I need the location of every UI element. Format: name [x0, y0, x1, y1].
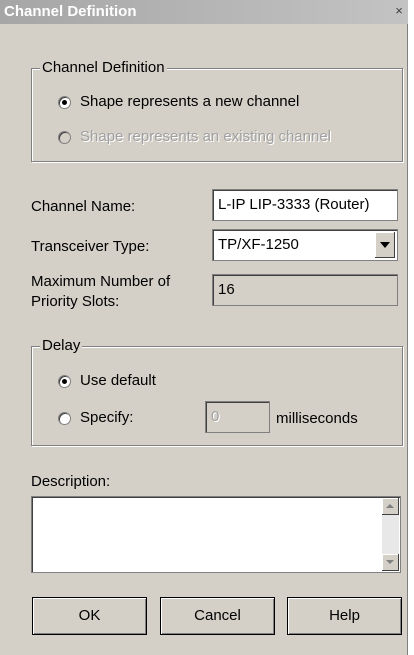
help-button[interactable]: Help [287, 597, 402, 635]
specify-radio[interactable] [58, 412, 71, 425]
radio-selected-dot [62, 379, 67, 384]
delay-milliseconds-input[interactable]: 0 [205, 401, 270, 433]
cancel-button[interactable]: Cancel [160, 597, 275, 635]
title-bar[interactable]: Channel Definition × [0, 0, 408, 24]
description-textarea[interactable] [31, 496, 401, 573]
transceiver-type-label: Transceiver Type: [31, 238, 150, 255]
arrow-up-icon [386, 504, 394, 508]
existing-channel-radio[interactable] [58, 131, 71, 144]
arrow-down-icon [386, 560, 394, 564]
priority-slots-label-line1: Maximum Number of [31, 273, 171, 290]
channel-definition-dialog: Channel Definition × Channel Definition … [0, 0, 408, 655]
use-default-label[interactable]: Use default [80, 372, 156, 389]
new-channel-label[interactable]: Shape represents a new channel [80, 93, 299, 110]
priority-slots-field: 16 [212, 274, 398, 306]
priority-slots-label-line2: Priority Slots: [31, 293, 120, 310]
channel-definition-legend: Channel Definition [40, 59, 167, 76]
window-title: Channel Definition [4, 3, 137, 20]
channel-name-input[interactable]: L-IP LIP-3333 (Router) [212, 189, 398, 221]
description-scrollbar[interactable] [382, 498, 399, 571]
channel-name-label: Channel Name: [31, 198, 136, 215]
delay-legend: Delay [40, 337, 83, 354]
specify-label[interactable]: Specify: [80, 409, 133, 426]
new-channel-radio[interactable] [58, 96, 71, 109]
transceiver-type-value: TP/XF-1250 [218, 236, 299, 253]
milliseconds-unit-label: milliseconds [276, 410, 358, 427]
radio-selected-dot [62, 100, 67, 105]
chevron-down-icon [380, 242, 390, 248]
scroll-down-button[interactable] [382, 554, 399, 571]
transceiver-dropdown-button[interactable] [375, 232, 395, 258]
description-label: Description: [31, 473, 111, 490]
channel-definition-group: Channel Definition [31, 59, 403, 162]
transceiver-type-select[interactable]: TP/XF-1250 [212, 229, 398, 261]
ok-button[interactable]: OK [32, 597, 147, 635]
existing-channel-label[interactable]: Shape represents an existing channel [80, 128, 331, 145]
use-default-radio[interactable] [58, 375, 71, 388]
close-icon[interactable]: × [392, 4, 406, 18]
scroll-up-button[interactable] [382, 498, 399, 515]
